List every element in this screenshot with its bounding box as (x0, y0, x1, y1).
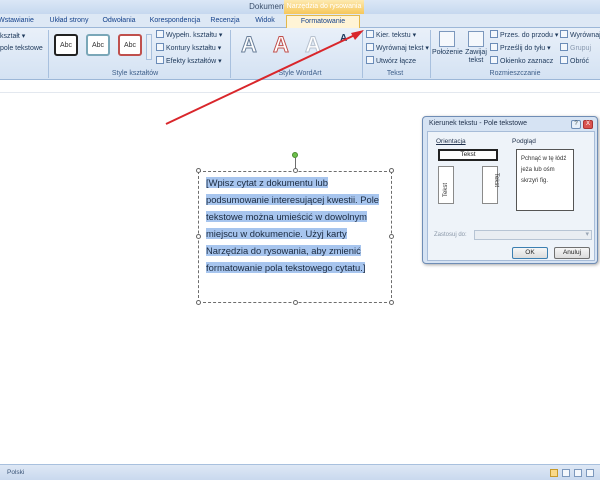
full-screen-view-icon[interactable] (562, 469, 570, 477)
help-button[interactable]: ? (571, 120, 581, 129)
web-layout-view-icon[interactable] (574, 469, 582, 477)
apply-to-select[interactable] (474, 230, 592, 240)
arrow-line (165, 33, 358, 125)
orientation-label: Orientacja (436, 138, 466, 145)
apply-to-label: Zastosuj do: (434, 232, 467, 238)
resize-handle[interactable] (293, 300, 298, 305)
orientation-vertical-down-option[interactable]: Tekst (482, 166, 499, 204)
arrow-head (351, 30, 364, 40)
rotation-handle[interactable] (292, 152, 298, 158)
orientation-vertical-up-option[interactable]: Tekst (438, 166, 454, 204)
ok-button[interactable]: OK (512, 247, 548, 259)
resize-handle[interactable] (196, 234, 201, 239)
text-direction-dialog: Kierunek tekstu - Pole tekstowe ? X Orie… (422, 116, 598, 264)
quote-text[interactable]: [Wpisz cytat z dokumentu lub podsumowani… (206, 174, 391, 276)
cancel-button[interactable]: Anuluj (554, 247, 590, 259)
close-button[interactable]: X (583, 120, 593, 129)
dialog-body: Orientacja Podgląd Tekst Tekst Tekst Pch… (427, 131, 595, 261)
resize-handle[interactable] (389, 300, 394, 305)
language-indicator[interactable]: Polski (7, 469, 24, 476)
resize-handle[interactable] (389, 168, 394, 173)
dialog-title: Kierunek tekstu - Pole tekstowe (429, 120, 528, 127)
preview-label: Podgląd (512, 138, 536, 145)
outline-view-icon[interactable] (586, 469, 594, 477)
preview-box: Pchnąć w tę łódź jeża lub ośm skrzyń fig… (516, 149, 574, 211)
status-bar: Polski (0, 464, 600, 480)
print-layout-view-icon[interactable] (550, 469, 558, 477)
resize-handle[interactable] (196, 300, 201, 305)
orientation-horizontal-option[interactable]: Tekst (438, 149, 498, 161)
resize-handle[interactable] (293, 168, 298, 173)
resize-handle[interactable] (196, 168, 201, 173)
